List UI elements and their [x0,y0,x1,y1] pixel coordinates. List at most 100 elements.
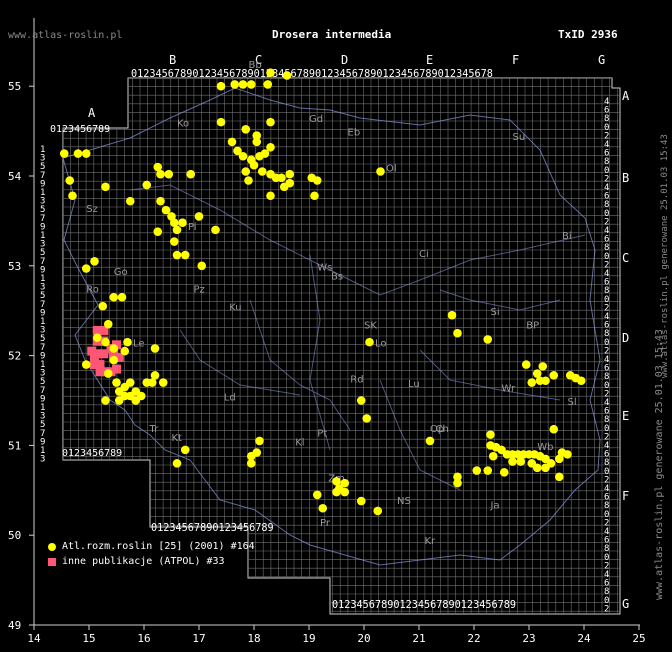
atlas-record-dot [563,450,572,459]
atlas-record-dot [68,191,77,201]
column-letter: A [88,106,96,120]
region-code: Pi [188,222,197,233]
atlas-record-dot [92,333,102,342]
atlas-record-dot [541,463,550,473]
atlas-record-dot [453,328,462,338]
region-code: Ro [86,285,99,296]
column-letter: B [169,53,176,67]
atlas-record-dot [373,506,383,516]
atlas-record-dot [549,371,559,380]
column-digits-a: 0123456789 [50,124,110,135]
site-url[interactable]: www.atlas-roslin.pl [8,30,122,41]
column-letter: F [512,53,519,67]
atlas-record-dot [312,176,322,185]
atlas-record-dot [125,378,135,387]
atlas-record-dot [376,167,385,176]
y-tick-label: 49 [8,619,21,632]
region-code: Sl [568,397,577,408]
atlas-record-dot [356,496,366,506]
atlas-record-dot [266,191,275,201]
atlas-record-dot [516,457,526,466]
atlas-record-dot [112,378,121,387]
atlas-record-dot [142,180,152,190]
atlas-record-dot [263,80,273,89]
atlas-record-dot [277,173,286,183]
region-code: SK [364,321,377,332]
atlas-record-dot [532,463,542,473]
row-letter: B [622,171,629,185]
region-code: Rd [350,375,363,386]
y-tick-label: 55 [8,80,21,93]
x-tick-label: 21 [412,632,425,645]
region-code: Bi [562,231,572,242]
atlas-record-dot [483,335,493,344]
atlas-record-dot [172,250,182,260]
atlas-record-dot [318,503,328,513]
atlas-record-dot [120,346,130,356]
atlas-record-dot [150,344,160,353]
atlas-record-dot [123,337,132,347]
x-tick-label: 17 [192,632,205,645]
atlas-record-dot [549,424,559,434]
atlas-record-dot [101,337,110,347]
atlas-record-dot [244,176,253,185]
atlas-record-dot [81,264,91,273]
atlas-record-dot [109,292,119,302]
voivodeship-border [129,184,586,491]
y-tick-label: 51 [8,439,21,452]
region-code: Go [114,267,128,278]
atlas-record-dot [103,369,113,378]
x-tick-label: 24 [577,632,591,645]
y-axis-ticks: 49 50 51 52 53 54 55 [8,80,34,632]
row-letter: G [622,597,629,611]
x-tick-label: 22 [467,632,480,645]
row-letter: E [622,409,629,423]
atlas-record-dot [312,490,322,500]
atpol-record-square [112,364,121,374]
footer-vertical-right: www.atlas-roslin.pl generowane 25.01.03 … [660,134,670,378]
atlas-record-dot [109,344,119,353]
atlas-record-dot [216,81,226,91]
atlas-record-dot [285,169,295,179]
atlas-record-dot [101,182,110,192]
atlas-record-dot [59,149,69,158]
region-code: Ol [386,164,397,175]
atlas-record-dot [472,466,482,475]
row-letter: D [622,331,629,345]
x-axis-ticks: 14 15 16 17 18 19 20 21 22 23 24 25 [27,625,646,645]
atlas-record-dot [117,292,127,302]
legend-yellow-marker [48,542,56,551]
y-tick-label: 53 [8,260,21,273]
column-letter: G [598,53,605,67]
atlas-record-dot [527,378,537,387]
atlas-record-dot [241,167,251,176]
row-letter: C [622,251,629,265]
atlas-record-dot [156,196,165,206]
atlas-record-dot [249,160,259,170]
column-letter: D [341,53,348,67]
region-code: Pt [317,428,327,439]
atlas-record-dot [499,468,509,477]
region-code: Wr [502,384,516,395]
atlas-record-dot [158,378,168,387]
atlas-record-dot [532,369,542,378]
atlas-record-dot [541,376,550,386]
atlas-record-dot [103,319,113,329]
atlas-record-dot [266,68,275,78]
atlas-record-dot [447,310,457,320]
region-code: Bs [331,271,343,282]
atlas-record-dot [554,472,564,482]
atlas-record-dot [73,149,83,158]
atlas-record-dot [178,218,187,227]
column-digits-bottom-e: 012345678901234567890123456789 [332,600,516,611]
row-digit-right: 2 [604,604,609,614]
x-tick-label: 23 [522,632,535,645]
region-code: Lu [408,379,420,390]
atlas-record-dot [488,451,498,461]
legend-item-atlas: Atl.rozm.roslin [25] (2001) #164 [48,541,255,552]
atlas-record-dot [486,430,495,439]
x-tick-label: 18 [247,632,260,645]
x-tick-label: 19 [302,632,315,645]
x-tick-label: 14 [27,632,41,645]
column-digits-bottom-b: 01234567890123456789 [151,523,274,534]
